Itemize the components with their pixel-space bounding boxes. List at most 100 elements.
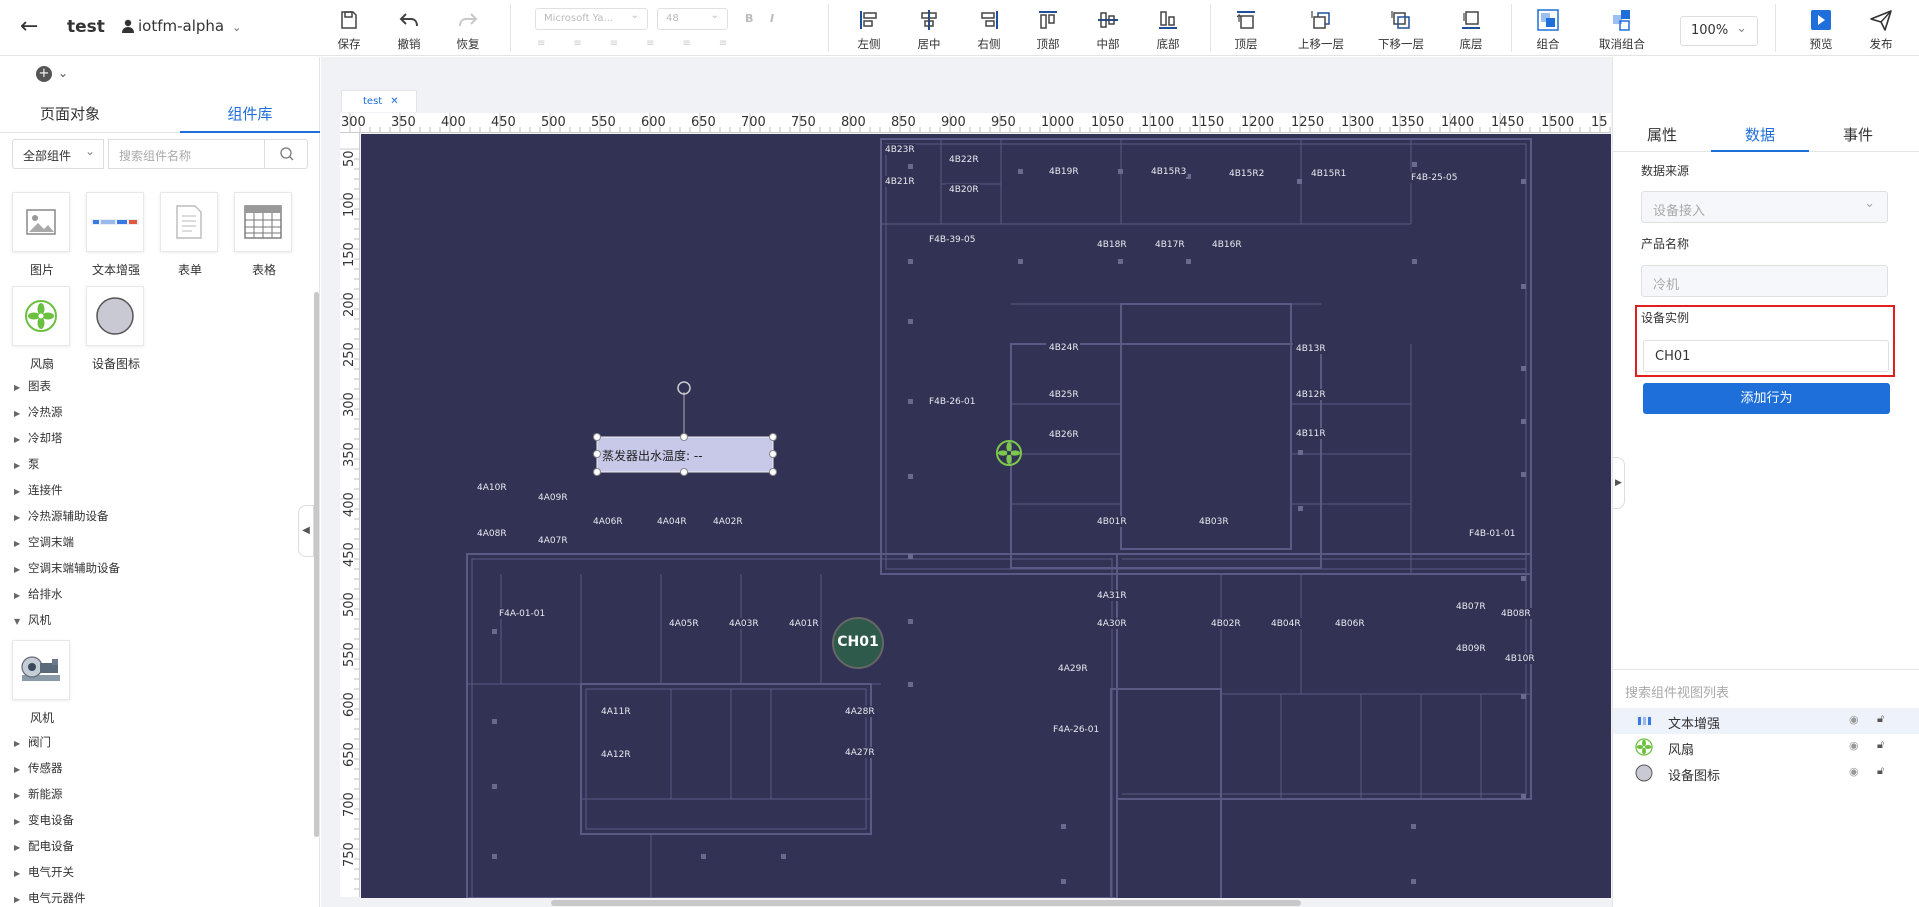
project-name: test xyxy=(67,17,105,37)
tree-category-label: 新能源 xyxy=(28,787,63,801)
room-label: 4B13R xyxy=(1296,344,1326,354)
back-arrow-icon[interactable]: ← xyxy=(20,14,38,39)
preview-button[interactable]: 预览 xyxy=(1794,4,1848,52)
tree-category-top-0[interactable]: ▶ 图表 xyxy=(14,378,51,394)
close-icon[interactable]: ✕ xyxy=(390,96,398,107)
ruler-x-label: 550 xyxy=(591,115,616,130)
align-right-button[interactable]: 右侧 xyxy=(962,4,1016,52)
plan-column xyxy=(1412,259,1417,264)
publish-button[interactable]: 发布 xyxy=(1854,4,1908,52)
tree-category-bottom-4[interactable]: ▶ 配电设备 xyxy=(14,838,74,854)
undo-button[interactable]: 撤销 xyxy=(382,4,436,52)
collapse-left-panel-button[interactable]: ◀ xyxy=(298,505,314,557)
component-form[interactable]: 表单 xyxy=(160,192,220,278)
eye-icon[interactable]: ◉ xyxy=(1849,713,1859,726)
component-category-select[interactable]: 全部组件 xyxy=(12,139,104,169)
ungroup-button[interactable]: 取消组合 xyxy=(1590,4,1654,52)
device-instance-field[interactable]: CH01 xyxy=(1643,340,1889,372)
eye-icon[interactable]: ◉ xyxy=(1849,765,1859,778)
align-bottom-button[interactable]: 底部 xyxy=(1141,4,1195,52)
component-text-enhance[interactable]: 文本增强 xyxy=(86,192,146,278)
component-table[interactable]: 表格 xyxy=(234,192,294,278)
data-source-select[interactable]: 设备接入 xyxy=(1641,191,1888,223)
room-label: 4B25R xyxy=(1049,390,1079,400)
component-fan[interactable]: 风扇 xyxy=(12,286,72,372)
tab-properties[interactable]: 属性 xyxy=(1613,124,1711,152)
lock-icon[interactable]: 🔓︎ xyxy=(1877,712,1884,726)
bring-to-front-label: 顶层 xyxy=(1234,37,1258,51)
left-panel: +⌄ 页面对象 组件库 全部组件 搜索组件名称 图片 文本增强 表单 表格 风扇… xyxy=(0,57,320,907)
horizontal-scrollbar[interactable] xyxy=(551,900,1301,906)
tree-category-label: 连接件 xyxy=(28,483,63,497)
plus-icon: + xyxy=(36,66,52,82)
align-middle-label: 中部 xyxy=(1096,37,1120,51)
layer-search-input[interactable]: 搜索组件视图列表 xyxy=(1625,682,1729,701)
tab-test-doc[interactable]: test ✕ xyxy=(341,90,417,112)
tree-category-top-6[interactable]: ▶ 空调末端 xyxy=(14,534,74,550)
component-search-input[interactable]: 搜索组件名称 xyxy=(108,139,265,169)
component-device-icon[interactable]: 设备图标 xyxy=(86,286,146,372)
text-enhance-icon xyxy=(91,219,139,225)
room-label: 4A12R xyxy=(601,750,631,760)
component-blower[interactable]: 风机 xyxy=(12,640,72,726)
tree-category-top-5[interactable]: ▶ 冷热源辅助设备 xyxy=(14,508,109,524)
align-center-button[interactable]: 居中 xyxy=(902,4,956,52)
tree-category-bottom-5[interactable]: ▶ 电气开关 xyxy=(14,864,74,880)
tree-category-top-4[interactable]: ▶ 连接件 xyxy=(14,482,63,498)
tab-component-library[interactable]: 组件库 xyxy=(180,103,320,133)
device-icon xyxy=(1635,764,1653,782)
group-label: 组合 xyxy=(1536,37,1560,51)
send-backward-button[interactable]: 下移一层 xyxy=(1370,4,1432,52)
lock-icon[interactable]: 🔓︎ xyxy=(1877,764,1884,778)
lock-icon[interactable]: 🔓︎ xyxy=(1877,738,1884,752)
fan-widget[interactable] xyxy=(996,440,1022,466)
tree-category-top-7[interactable]: ▶ 空调末端辅助设备 xyxy=(14,560,120,576)
left-scrollbar[interactable] xyxy=(314,292,319,837)
eye-icon[interactable]: ◉ xyxy=(1849,739,1859,752)
tree-category-bottom-3[interactable]: ▶ 变电设备 xyxy=(14,812,74,828)
layer-row-fan[interactable]: 风扇 ◉ 🔓︎ xyxy=(1613,734,1919,760)
layer-row-text-enhance[interactable]: 文本增强 ◉ 🔓︎ xyxy=(1613,708,1919,734)
italic-icon[interactable]: I xyxy=(770,12,774,25)
tab-events[interactable]: 事件 xyxy=(1809,124,1907,152)
collapse-right-panel-button[interactable]: ▶ xyxy=(1613,457,1625,509)
tree-category-bottom-1[interactable]: ▶ 传感器 xyxy=(14,760,63,776)
align-top-button[interactable]: 顶部 xyxy=(1021,4,1075,52)
tab-page-objects[interactable]: 页面对象 xyxy=(0,103,140,133)
ruler-x-label: 900 xyxy=(941,115,966,130)
add-behavior-button[interactable]: 添加行为 xyxy=(1643,383,1890,414)
canvas-stage[interactable]: 4B23R 4B22R 4B21R 4B20R 4B19R 4B15R3 4B15R2 4B1… xyxy=(361,134,1611,898)
bring-forward-button[interactable]: 上移一层 xyxy=(1290,4,1352,52)
layer-row-device-icon[interactable]: 设备图标 ◉ 🔓︎ xyxy=(1613,760,1919,786)
product-name-field[interactable]: 冷机 xyxy=(1641,265,1888,297)
send-to-back-button[interactable]: 底层 xyxy=(1444,4,1498,52)
user-menu[interactable]: iotfm-alpha ⌄ xyxy=(122,17,241,35)
send-icon xyxy=(1870,10,1892,31)
tree-category-blower[interactable]: ▼ 风机 xyxy=(14,612,51,628)
tree-category-top-2[interactable]: ▶ 冷却塔 xyxy=(14,430,63,446)
group-button[interactable]: 组合 xyxy=(1521,4,1575,52)
bold-icon[interactable]: B xyxy=(745,12,753,25)
caret-right-icon: ▶ xyxy=(14,765,21,774)
align-left-button[interactable]: 左侧 xyxy=(842,4,896,52)
tree-category-bottom-6[interactable]: ▶ 电气元器件 xyxy=(14,890,86,906)
component-image[interactable]: 图片 xyxy=(12,192,72,278)
tree-category-top-1[interactable]: ▶ 冷热源 xyxy=(14,404,63,420)
tree-category-label: 配电设备 xyxy=(28,839,74,853)
tree-category-bottom-0[interactable]: ▶ 阀门 xyxy=(14,734,51,750)
tree-category-top-3[interactable]: ▶ 泵 xyxy=(14,456,40,472)
font-family-select[interactable]: Microsoft Ya... xyxy=(535,8,648,30)
tree-category-bottom-2[interactable]: ▶ 新能源 xyxy=(14,786,63,802)
redo-button[interactable]: 恢复 xyxy=(441,4,495,52)
zoom-select[interactable]: 100% xyxy=(1680,16,1758,46)
align-middle-button[interactable]: 中部 xyxy=(1081,4,1135,52)
tab-data[interactable]: 数据 xyxy=(1711,124,1809,152)
search-button[interactable] xyxy=(264,139,308,169)
tree-category-top-8[interactable]: ▶ 给排水 xyxy=(14,586,63,602)
caret-right-icon: ▶ xyxy=(14,791,21,800)
bring-to-front-button[interactable]: 顶层 xyxy=(1219,4,1273,52)
text-align-icons[interactable]: ≡≡≡≡≡≡ xyxy=(537,38,755,49)
add-page-button[interactable]: + ⌄ xyxy=(36,65,68,82)
save-button[interactable]: 保存 xyxy=(322,4,376,52)
font-size-select[interactable]: 48 xyxy=(657,8,728,30)
